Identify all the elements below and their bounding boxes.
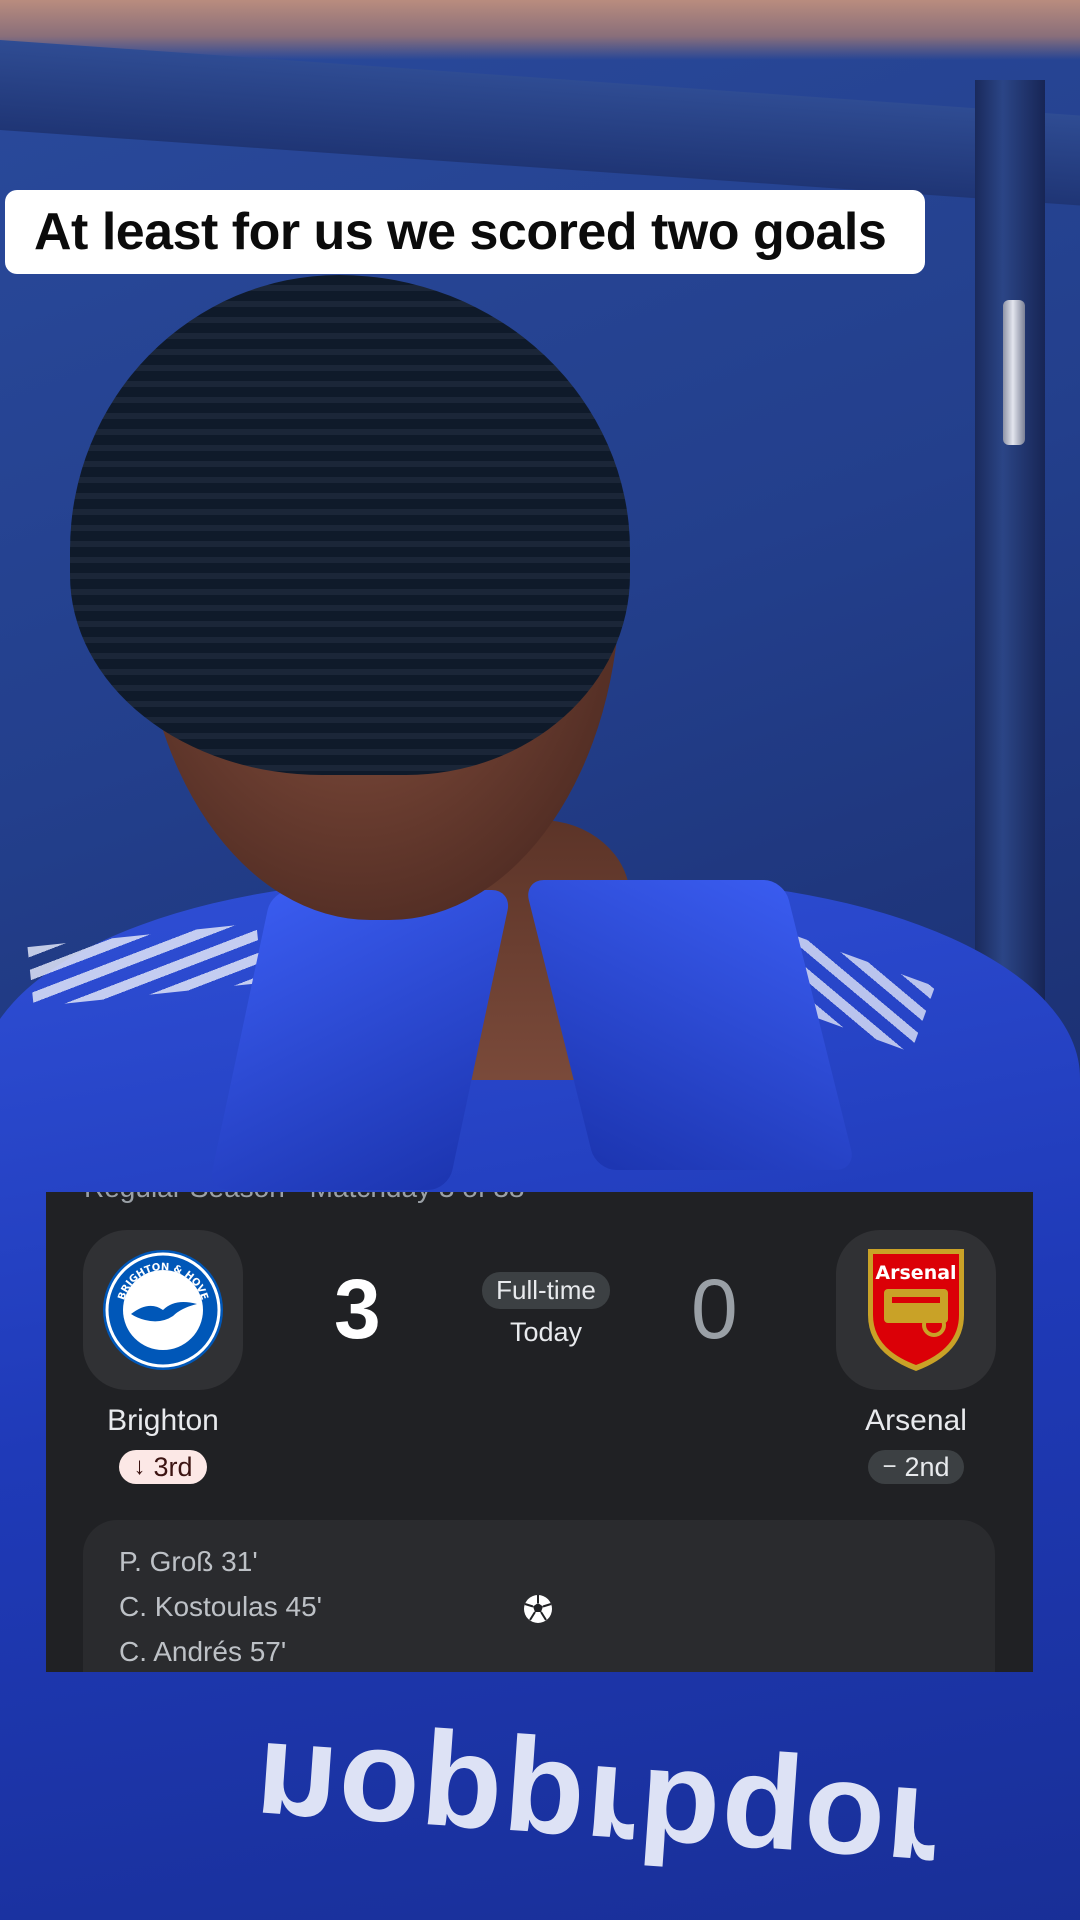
scorer-item: C. Andrés 57' [119, 1636, 287, 1667]
home-rank-text: 3rd [153, 1451, 193, 1482]
brighton-crest-icon: BRIGHTON & HOVE ALBION [103, 1250, 223, 1370]
away-team-name: Arsenal [865, 1404, 967, 1437]
home-team-name: Brighton [107, 1404, 219, 1437]
video-caption: At least for us we scored two goals [5, 190, 925, 274]
goal-scorers-panel: P. Groß 31' C. Kostoulas 45' C. Andrés 5… [83, 1520, 995, 1672]
rank-unchanged-dash-icon: − [882, 1453, 897, 1480]
away-logo-tile: Arsenal [836, 1230, 996, 1390]
away-rank-badge: − 2nd [868, 1450, 964, 1484]
home-score: 3 [334, 1262, 381, 1356]
door-hinge [1003, 300, 1025, 445]
rank-down-arrow-icon: ↓ [133, 1453, 146, 1480]
match-score-card[interactable]: Regular Season · Matchday 3 of 38 BRIGHT… [46, 1192, 1033, 1672]
away-score: 0 [691, 1262, 738, 1356]
scorer-item: P. Groß 31' [119, 1546, 258, 1577]
arsenal-crest-icon: Arsenal [868, 1249, 964, 1371]
home-rank-badge: ↓ 3rd [119, 1450, 207, 1484]
away-rank-text: 2nd [904, 1451, 950, 1482]
arsenal-crest-text: Arsenal [875, 1262, 956, 1284]
soccer-ball-icon [524, 1595, 552, 1623]
home-team[interactable]: BRIGHTON & HOVE ALBION Brighton ↓ 3rd [83, 1230, 243, 1484]
away-team[interactable]: Arsenal Arsenal − 2nd [836, 1230, 996, 1484]
card-header-cut: Regular Season · Matchday 3 of 38 [84, 1192, 524, 1204]
home-logo-tile: BRIGHTON & HOVE ALBION [83, 1230, 243, 1390]
caption-text: At least for us we scored two goals [34, 203, 887, 261]
scorer-item: C. Kostoulas 45' [119, 1591, 323, 1622]
match-status: Full-time Today [466, 1272, 626, 1348]
full-time-badge: Full-time [482, 1272, 610, 1309]
match-date: Today [509, 1317, 583, 1347]
